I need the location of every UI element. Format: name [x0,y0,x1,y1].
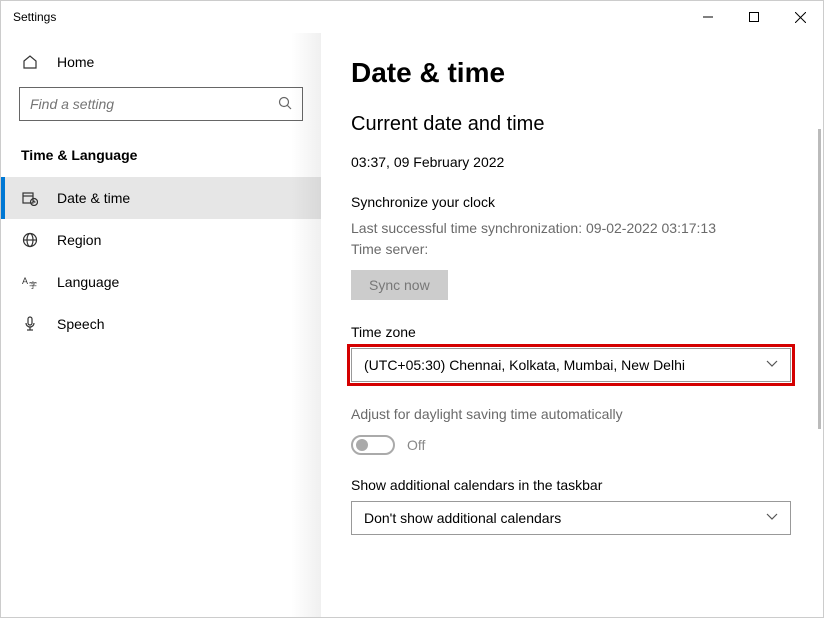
main-panel: Date & time Current date and time 03:37,… [321,33,823,617]
globe-icon [21,231,39,249]
nav-label: Speech [57,316,104,332]
svg-text:A: A [22,276,28,286]
search-input[interactable] [19,87,303,121]
window-title: Settings [13,10,56,24]
svg-text:字: 字 [29,280,37,290]
chevron-down-icon [766,359,778,371]
search-field[interactable] [30,96,278,112]
close-button[interactable] [777,1,823,33]
nav-date-time[interactable]: Date & time [1,177,321,219]
dst-state: Off [407,437,425,453]
category-header: Time & Language [1,139,321,177]
timezone-label: Time zone [351,324,793,340]
scrollbar[interactable] [818,129,821,429]
nav-speech[interactable]: Speech [1,303,321,345]
minimize-button[interactable] [685,1,731,33]
chevron-down-icon [766,512,778,524]
nav-language[interactable]: A字 Language [1,261,321,303]
toggle-knob [356,439,368,451]
section-current-datetime: Current date and time [351,113,793,136]
time-server-text: Time server: [351,239,793,260]
home-icon [21,53,39,71]
nav-region[interactable]: Region [1,219,321,261]
page-title: Date & time [351,57,793,89]
calendars-label: Show additional calendars in the taskbar [351,477,793,493]
dst-toggle [351,435,395,455]
timezone-dropdown[interactable]: (UTC+05:30) Chennai, Kolkata, Mumbai, Ne… [351,348,791,382]
timezone-value: (UTC+05:30) Chennai, Kolkata, Mumbai, Ne… [364,357,685,373]
sync-clock-header: Synchronize your clock [351,194,793,210]
maximize-button[interactable] [731,1,777,33]
dst-label: Adjust for daylight saving time automati… [351,404,793,425]
calendars-value: Don't show additional calendars [364,510,561,526]
nav-label: Region [57,232,101,248]
date-time-icon [21,189,39,207]
nav-label: Date & time [57,190,130,206]
microphone-icon [21,315,39,333]
calendars-dropdown[interactable]: Don't show additional calendars [351,501,791,535]
sync-now-button[interactable]: Sync now [351,270,448,300]
home-label: Home [57,54,94,70]
current-datetime-value: 03:37, 09 February 2022 [351,154,793,170]
nav-label: Language [57,274,119,290]
language-icon: A字 [21,273,39,291]
last-sync-text: Last successful time synchronization: 09… [351,218,793,239]
search-icon [278,96,292,113]
home-link[interactable]: Home [1,43,321,81]
sidebar: Home Time & Language Date & time Region [1,33,321,617]
